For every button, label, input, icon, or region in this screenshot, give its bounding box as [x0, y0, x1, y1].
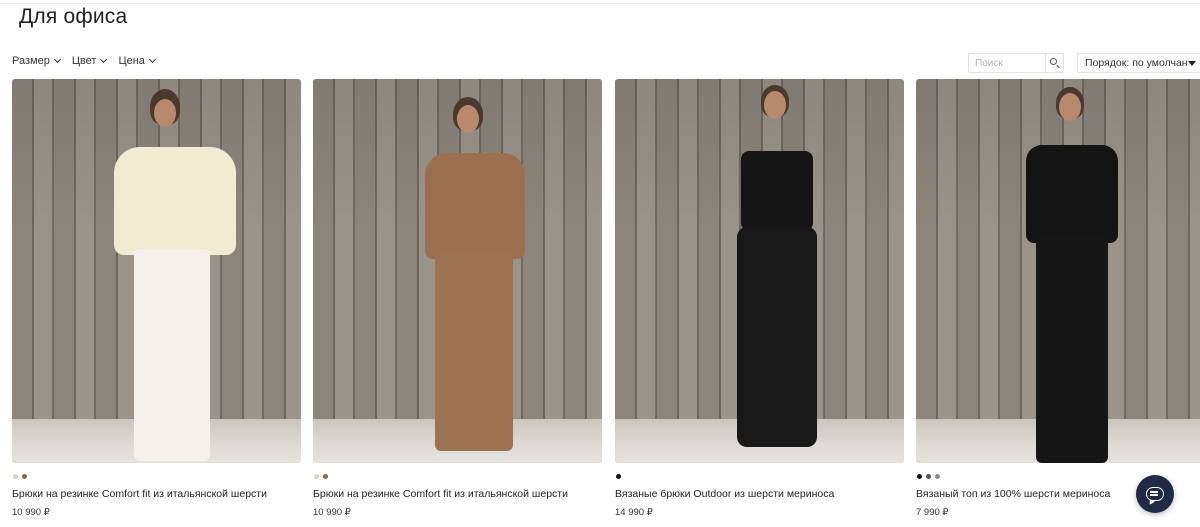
- product-bottom: [1036, 237, 1108, 463]
- header-divider: [0, 0, 1200, 4]
- product-photo[interactable]: [615, 79, 904, 463]
- product-top: [741, 151, 813, 231]
- page-title: Для офиса: [19, 5, 128, 28]
- product-price: 7 990 ₽: [916, 507, 949, 518]
- color-swatches: [13, 474, 27, 479]
- product-price: 10 990 ₽: [313, 507, 351, 518]
- product-card[interactable]: Вязаный топ из 100% шерсти мериноса 7 99…: [916, 79, 1200, 518]
- filter-size-label: Размер: [12, 55, 50, 67]
- color-swatch[interactable]: [935, 474, 940, 479]
- search-box: [968, 53, 1064, 73]
- product-photo[interactable]: [12, 79, 301, 463]
- search-input[interactable]: [969, 54, 1045, 72]
- filter-color-label: Цвет: [71, 55, 97, 67]
- chevron-down-icon: [148, 55, 156, 64]
- color-swatch[interactable]: [13, 474, 18, 479]
- filter-color[interactable]: Цвет: [71, 55, 108, 67]
- product-top: [1026, 145, 1118, 243]
- product-card[interactable]: Брюки на резинке Comfort fit из итальянс…: [313, 79, 602, 518]
- product-price: 10 990 ₽: [12, 507, 50, 518]
- chevron-down-icon: [53, 55, 61, 64]
- model-figure: [1020, 87, 1124, 463]
- filter-size[interactable]: Размер: [12, 55, 61, 67]
- product-name[interactable]: Брюки на резинке Comfort fit из итальянс…: [12, 488, 267, 500]
- color-swatch[interactable]: [917, 474, 922, 479]
- color-swatch[interactable]: [323, 474, 328, 479]
- chat-icon: [1146, 487, 1164, 501]
- color-swatches: [616, 474, 621, 479]
- product-bottom: [435, 253, 513, 451]
- color-swatch[interactable]: [616, 474, 621, 479]
- chat-button[interactable]: [1136, 475, 1174, 513]
- product-photo[interactable]: [313, 79, 602, 463]
- caret-down-icon: [1188, 61, 1196, 66]
- filter-price-label: Цена: [118, 55, 145, 67]
- model-figure: [112, 89, 242, 461]
- color-swatches: [314, 474, 328, 479]
- product-card[interactable]: Вязаные брюки Outdoor из шерсти мериноса…: [615, 79, 904, 518]
- model-figure: [421, 97, 531, 457]
- color-swatches: [917, 474, 940, 479]
- sort-label: Порядок: по умолчан: [1085, 57, 1188, 69]
- color-swatch[interactable]: [926, 474, 931, 479]
- chevron-down-icon: [100, 55, 108, 64]
- filter-bar: Размер Цвет Цена: [12, 55, 156, 67]
- color-swatch[interactable]: [22, 474, 27, 479]
- search-icon: [1050, 58, 1057, 65]
- color-swatch[interactable]: [314, 474, 319, 479]
- sort-select[interactable]: Порядок: по умолчан: [1077, 53, 1200, 73]
- product-bottom: [737, 227, 817, 447]
- filter-price[interactable]: Цена: [118, 55, 156, 67]
- search-button[interactable]: [1045, 54, 1063, 72]
- product-photo[interactable]: [916, 79, 1200, 463]
- product-name[interactable]: Вязаный топ из 100% шерсти мериноса: [916, 488, 1110, 500]
- model-figure: [727, 85, 827, 457]
- product-bottom: [134, 249, 210, 461]
- product-top: [425, 153, 525, 259]
- product-name[interactable]: Вязаные брюки Outdoor из шерсти мериноса: [615, 488, 834, 500]
- product-card[interactable]: Брюки на резинке Comfort fit из итальянс…: [12, 79, 301, 518]
- product-name[interactable]: Брюки на резинке Comfort fit из итальянс…: [313, 488, 568, 500]
- product-top: [114, 147, 236, 255]
- product-price: 14 990 ₽: [615, 507, 653, 518]
